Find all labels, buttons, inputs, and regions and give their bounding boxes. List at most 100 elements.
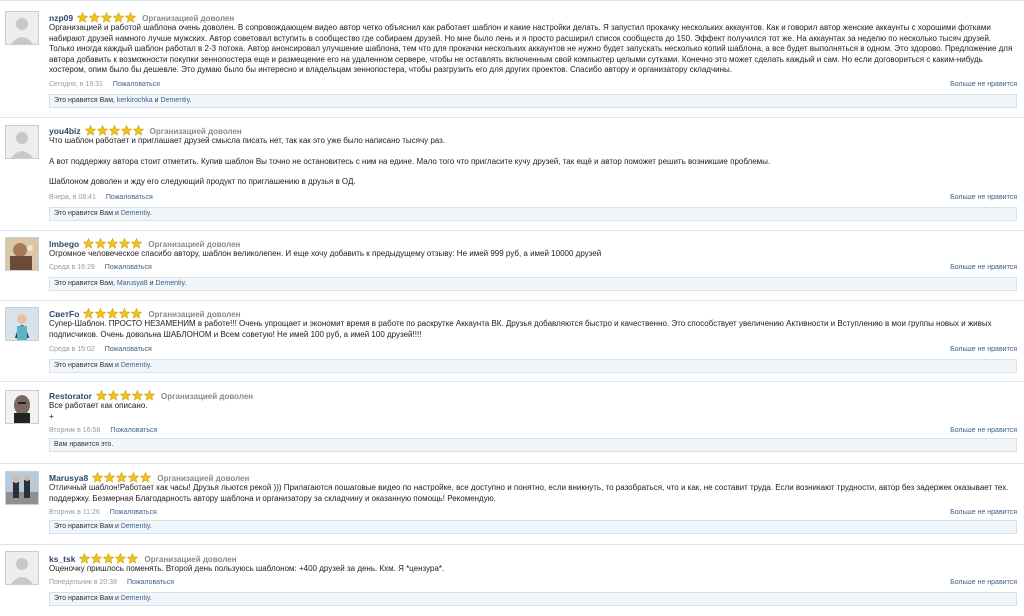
- rating-label: Организацией доволен: [157, 473, 250, 483]
- username-link[interactable]: ks_tsk: [49, 554, 75, 564]
- username-link[interactable]: you4biz: [49, 126, 81, 136]
- unlike-link[interactable]: Больше не нравится: [950, 264, 1017, 271]
- review-text: Отличный шаблон!Работает как часы! Друзь…: [49, 483, 1017, 504]
- unlike-link[interactable]: Больше не нравится: [950, 194, 1017, 201]
- username-link[interactable]: Marusya8: [49, 473, 88, 483]
- review-text: Все работает как описано. +: [49, 401, 1017, 422]
- unlike-link[interactable]: Больше не нравится: [950, 509, 1017, 516]
- report-link[interactable]: Пожаловаться: [105, 264, 152, 271]
- likes-period: .: [149, 595, 152, 602]
- rating-label: Организацией доволен: [148, 309, 241, 319]
- rating-label: Организацией доволен: [160, 391, 254, 401]
- unlike-link[interactable]: Больше не нравится: [950, 81, 1017, 88]
- liker-link[interactable]: Dementiy: [121, 595, 150, 602]
- review-paragraph: +: [49, 411, 54, 421]
- likes-prefix: Это нравится Вам и: [54, 595, 121, 602]
- likes-summary: Это нравится Вам и Dementiy.: [49, 207, 1017, 221]
- avatar[interactable]: [5, 237, 39, 271]
- review-footer: Вчера, в 08:41 Пожаловаться Больше не нрав…: [49, 194, 1017, 204]
- likes-period: .: [149, 210, 152, 217]
- review-paragraph: Супер-Шаблон. ПРОСТО НЕЗАМЕНИМ в работе!…: [49, 319, 992, 339]
- review-item: Marusya8 Организацией доволен Отличный шаб…: [0, 463, 1024, 544]
- likes-summary: Это нравится Вам, kerkirochka и Dementiy…: [49, 94, 1017, 108]
- review-footer: Сегодня, в 19:31 Пожаловаться Больше не нр…: [49, 81, 1017, 91]
- avatar[interactable]: [5, 390, 39, 424]
- likes-prefix: Это нравится Вам и: [54, 523, 121, 530]
- unlike-link[interactable]: Больше не нравится: [950, 579, 1017, 586]
- review-paragraph: Шаблоном доволен и жду его следующий про…: [49, 177, 356, 186]
- review-paragraph: Отличный шаблон!Работает как часы! Друзь…: [49, 483, 1009, 503]
- likes-prefix: Это нравится Вам,: [54, 97, 117, 104]
- liker-link[interactable]: Dementiy: [121, 210, 150, 217]
- liker-link[interactable]: Dementiy: [161, 97, 190, 104]
- liker-link[interactable]: Dementiy: [155, 280, 184, 287]
- rating-label: Организацией доволен: [144, 554, 237, 564]
- review-footer: Вторник в 11:26 Пожаловаться Больше не нра…: [49, 509, 1017, 519]
- likes-period: .: [189, 97, 192, 104]
- report-link[interactable]: Пожаловаться: [127, 579, 174, 586]
- username-link[interactable]: nzp09: [49, 13, 73, 23]
- likes-summary: Это нравится Вам и Dementiy.: [49, 520, 1017, 534]
- review-paragraph: А вот поддержку автора стоит отметить. К…: [49, 156, 771, 166]
- likes-prefix: Это нравится Вам,: [54, 280, 117, 287]
- review-item: ks_tsk Организацией доволен Оценочку пришл…: [0, 544, 1024, 616]
- review-footer: Среда в 15:02 Пожаловаться Больше не нрави…: [49, 346, 1017, 356]
- likes-summary: Вам нравится это.: [49, 438, 1017, 452]
- review-item: СветFo Организацией доволен Супер-Шаблон. …: [0, 300, 1024, 381]
- unlike-link[interactable]: Больше не нравится: [950, 346, 1017, 353]
- report-link[interactable]: Пожаловаться: [110, 427, 157, 434]
- likes-prefix: Это нравится Вам и: [54, 362, 121, 369]
- review-item: nzp09 Организацией доволен Организацией и …: [0, 0, 1024, 117]
- review-date: Вчера, в 08:41: [49, 194, 96, 201]
- review-paragraph: Что шаблон работает и приглашает друзей …: [49, 136, 446, 145]
- avatar[interactable]: [5, 471, 39, 505]
- liker-link[interactable]: Dementiy: [121, 523, 150, 530]
- review-date: Вторник в 16:58: [49, 427, 101, 434]
- review-footer: Вторник в 16:58 Пожаловаться Больше не нра…: [49, 427, 1017, 437]
- report-link[interactable]: Пожаловаться: [105, 346, 152, 353]
- likes-prefix: Это нравится Вам и: [54, 210, 121, 217]
- likes-prefix: Вам нравится это.: [54, 441, 114, 448]
- review-text: Супер-Шаблон. ПРОСТО НЕЗАМЕНИМ в работе!…: [49, 319, 1017, 340]
- review-text: Что шаблон работает и приглашает друзей …: [49, 136, 1017, 188]
- avatar[interactable]: [5, 11, 39, 45]
- report-link[interactable]: Пожаловаться: [110, 509, 157, 516]
- review-date: Среда в 15:02: [49, 346, 95, 353]
- review-date: Понедельник в 20:38: [49, 579, 117, 586]
- username-link[interactable]: Restorator: [49, 391, 92, 401]
- liker-link[interactable]: Marusya8: [117, 280, 148, 287]
- avatar[interactable]: [5, 307, 39, 341]
- review-item: Restorator Организацией доволен Все работа…: [0, 381, 1024, 463]
- rating-label: Организацией доволен: [149, 126, 242, 136]
- avatar[interactable]: [5, 551, 39, 585]
- likes-summary: Это нравится Вам и Dementiy.: [49, 592, 1017, 606]
- liker-link[interactable]: kerkirochka: [117, 97, 153, 104]
- avatar[interactable]: [5, 125, 39, 159]
- username-link[interactable]: lmbego: [49, 239, 79, 249]
- review-paragraph: Все работает как описано.: [49, 401, 148, 410]
- liker-link[interactable]: Dementiy: [121, 362, 150, 369]
- review-text: Организацией и работой шаблона очень дов…: [49, 23, 1017, 76]
- likes-period: .: [184, 280, 187, 287]
- review-date: Вторник в 11:26: [49, 509, 100, 516]
- likes-period: .: [149, 362, 152, 369]
- likes-separator: и: [152, 97, 161, 104]
- likes-summary: Это нравится Вам и Dementiy.: [49, 359, 1017, 373]
- report-link[interactable]: Пожаловаться: [113, 81, 160, 88]
- unlike-link[interactable]: Больше не нравится: [950, 427, 1017, 434]
- likes-summary: Это нравится Вам, Marusya8 и Dementiy.: [49, 277, 1017, 291]
- review-footer: Понедельник в 20:38 Пожаловаться Больше не…: [49, 579, 1017, 589]
- review-text: Оценочку пришлось поменять. Второй день …: [49, 564, 1017, 575]
- review-paragraph: Огромное человеческое спасибо автору, ша…: [49, 249, 602, 258]
- review-paragraph: Оценочку пришлось поменять. Второй день …: [49, 564, 445, 573]
- review-item: you4biz Организацией доволен Что шаблон ра…: [0, 117, 1024, 230]
- review-text: Огромное человеческое спасибо автору, ша…: [49, 249, 1017, 260]
- likes-period: .: [149, 523, 152, 530]
- review-paragraph: Организацией и работой шаблона очень дов…: [49, 23, 1013, 74]
- report-link[interactable]: Пожаловаться: [106, 194, 153, 201]
- review-item: lmbego Организацией доволен Огромное челов…: [0, 230, 1024, 300]
- username-link[interactable]: СветFo: [49, 309, 79, 319]
- review-date: Сегодня, в 19:31: [49, 81, 103, 88]
- rating-label: Организацией доволен: [142, 13, 235, 23]
- review-date: Среда в 16:29: [49, 264, 95, 271]
